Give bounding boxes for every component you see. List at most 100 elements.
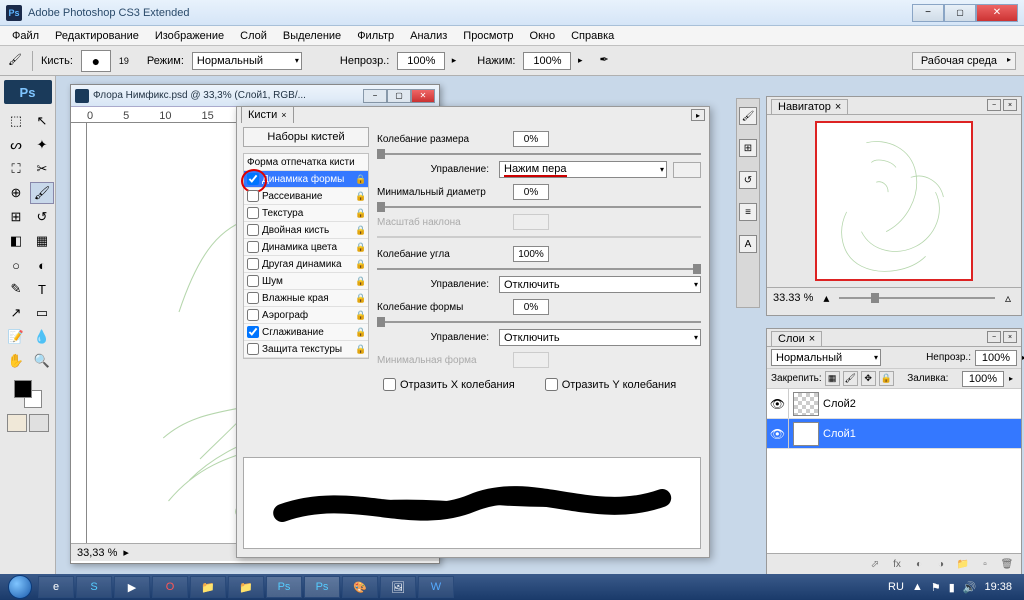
panel-collapse-button[interactable]: −	[987, 99, 1001, 111]
layer-row[interactable]: 👁Слой1	[767, 419, 1021, 449]
lock-pixels-icon[interactable]: 🖌	[843, 371, 858, 386]
start-button[interactable]	[4, 574, 36, 600]
lasso-tool[interactable]: ᔕ	[4, 134, 28, 156]
layer-opacity-input[interactable]: 100%	[975, 350, 1017, 366]
type-tool[interactable]: T	[30, 278, 54, 300]
doc-close-button[interactable]: ✕	[411, 89, 435, 103]
taskbar-paint-icon[interactable]: 🖼	[380, 576, 416, 598]
taskbar-skype-icon[interactable]: S	[76, 576, 112, 598]
path-select-tool[interactable]: ↗	[4, 302, 28, 324]
taskbar-explorer-icon[interactable]: 📁	[190, 576, 226, 598]
taskbar-ie-icon[interactable]: e	[38, 576, 74, 598]
window-close-button[interactable]	[976, 4, 1018, 22]
menu-select[interactable]: Выделение	[275, 28, 349, 44]
document-titlebar[interactable]: Флора Нимфикс.psd @ 33,3% (Слой1, RGB/..…	[71, 85, 439, 107]
marquee-tool[interactable]: ↖	[30, 110, 54, 132]
brush-option-row[interactable]: Рассеивание🔒	[244, 188, 368, 205]
roundness-jitter-value[interactable]: 0%	[513, 299, 549, 315]
layer-name[interactable]: Слой2	[823, 398, 856, 410]
layer-style-icon[interactable]: fx	[889, 557, 905, 573]
flip-y-checkbox[interactable]: Отразить Y колебания	[545, 378, 676, 391]
taskbar-media-icon[interactable]: ▶	[114, 576, 150, 598]
heal-tool[interactable]: ⊕	[4, 182, 28, 204]
stamp-tool[interactable]: ⊞	[4, 206, 28, 228]
notes-tool[interactable]: 📝	[4, 326, 28, 348]
current-tool-icon[interactable]: 🖌	[8, 53, 24, 69]
menu-help[interactable]: Справка	[563, 28, 622, 44]
taskbar-explorer2-icon[interactable]: 📁	[228, 576, 264, 598]
doc-maximize-button[interactable]: ▢	[387, 89, 411, 103]
panel-collapse-button[interactable]: −	[987, 331, 1001, 343]
layer-mask-icon[interactable]: ◐	[911, 557, 927, 573]
zoom-tool[interactable]: 🔍	[30, 350, 54, 372]
brush-option-row[interactable]: Влажные края🔒	[244, 290, 368, 307]
close-icon[interactable]: ×	[835, 101, 841, 113]
brush-option-checkbox[interactable]	[247, 241, 259, 253]
layer-thumbnail[interactable]	[793, 392, 819, 416]
eyedropper-tool[interactable]: 💧	[30, 326, 54, 348]
window-minimize-button[interactable]	[912, 4, 944, 22]
tray-flag-icon[interactable]: ▲	[912, 581, 923, 593]
lock-position-icon[interactable]: ✥	[861, 371, 876, 386]
taskbar-sai-icon[interactable]: 🎨	[342, 576, 378, 598]
layer-visibility-icon[interactable]: 👁	[767, 389, 789, 418]
dock-brushes-icon[interactable]: 🖌	[739, 107, 757, 125]
quickmask-off[interactable]	[7, 414, 27, 432]
crop-tool[interactable]: ⛶	[4, 158, 28, 180]
shape-tool[interactable]: ▭	[30, 302, 54, 324]
size-jitter-slider[interactable]	[377, 153, 701, 155]
foreground-color[interactable]	[14, 380, 32, 398]
brush-option-row[interactable]: Форма отпечатка кисти	[244, 154, 368, 171]
menu-filter[interactable]: Фильтр	[349, 28, 402, 44]
brush-option-checkbox[interactable]	[247, 343, 259, 355]
brush-option-checkbox[interactable]	[247, 207, 259, 219]
hand-tool[interactable]: ✋	[4, 350, 28, 372]
pen-tool[interactable]: ✎	[4, 278, 28, 300]
taskbar-word-icon[interactable]: W	[418, 576, 454, 598]
brush-option-row[interactable]: Аэрограф🔒	[244, 307, 368, 324]
angle-control-dropdown[interactable]: Отключить	[499, 276, 701, 293]
layer-thumbnail[interactable]	[793, 422, 819, 446]
brush-presets-button[interactable]: Наборы кистей	[243, 127, 369, 147]
flip-x-checkbox[interactable]: Отразить X колебания	[383, 378, 515, 391]
brushes-tab[interactable]: Кисти×	[241, 106, 294, 123]
angle-jitter-slider[interactable]	[377, 268, 701, 270]
brush-option-row[interactable]: Двойная кисть🔒	[244, 222, 368, 239]
airbrush-icon[interactable]: ✒	[599, 53, 615, 69]
doc-minimize-button[interactable]: −	[363, 89, 387, 103]
roundness-control-dropdown[interactable]: Отключить	[499, 329, 701, 346]
adjustment-layer-icon[interactable]: ◑	[933, 557, 949, 573]
brush-option-checkbox[interactable]	[247, 258, 259, 270]
navigator-tab[interactable]: Навигатор×	[771, 99, 848, 114]
size-control-extra-button[interactable]	[673, 162, 701, 178]
brush-preset-picker[interactable]	[81, 50, 111, 72]
dock-clone-icon[interactable]: ⊞	[739, 139, 757, 157]
wand-tool[interactable]: ✦	[30, 134, 54, 156]
taskbar-opera-icon[interactable]: O	[152, 576, 188, 598]
min-diameter-value[interactable]: 0%	[513, 184, 549, 200]
eraser-tool[interactable]: ◧	[4, 230, 28, 252]
brush-option-row[interactable]: Сглаживание🔒	[244, 324, 368, 341]
angle-jitter-value[interactable]: 100%	[513, 246, 549, 262]
taskbar-photoshop2-icon[interactable]: Ps	[304, 576, 340, 598]
brush-option-row[interactable]: Шум🔒	[244, 273, 368, 290]
layers-tab[interactable]: Слои×	[771, 331, 822, 346]
move-tool[interactable]: ⬚	[4, 110, 28, 132]
palette-menu-button[interactable]: ▸	[691, 109, 705, 121]
tray-volume-icon[interactable]: 🔊	[963, 581, 977, 594]
status-arrow-icon[interactable]: ▸	[123, 546, 129, 559]
close-icon[interactable]: ×	[809, 333, 815, 345]
brush-option-checkbox[interactable]	[247, 275, 259, 287]
brush-option-checkbox[interactable]	[247, 190, 259, 202]
workspace-button[interactable]: Рабочая среда	[912, 52, 1016, 70]
menu-edit[interactable]: Редактирование	[47, 28, 147, 44]
min-diameter-slider[interactable]	[377, 206, 701, 208]
zoom-in-button[interactable]: ▵	[1001, 291, 1015, 305]
brush-option-row[interactable]: Другая динамика🔒	[244, 256, 368, 273]
brush-tool[interactable]: 🖌	[30, 182, 54, 204]
layer-row[interactable]: 👁 Слой2	[767, 389, 1021, 419]
flow-input[interactable]: 100%	[523, 52, 571, 70]
menu-window[interactable]: Окно	[522, 28, 564, 44]
panel-close-button[interactable]: ×	[1003, 99, 1017, 111]
dock-actions-icon[interactable]: ≡	[739, 203, 757, 221]
